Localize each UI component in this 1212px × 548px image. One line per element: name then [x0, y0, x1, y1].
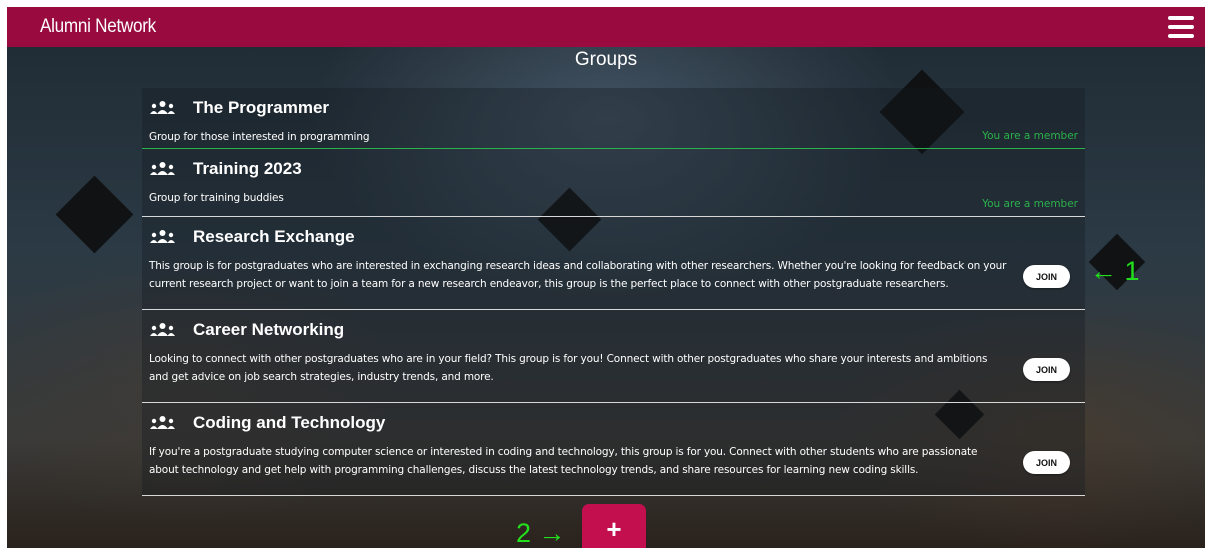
join-button[interactable]: JOIN: [1023, 265, 1070, 288]
group-name[interactable]: The Programmer: [193, 98, 329, 118]
group-description: Group for training buddies: [149, 192, 284, 204]
annotation-marker-1: ← 1: [1090, 256, 1140, 286]
page-title: Groups: [574, 49, 638, 70]
users-icon: [150, 101, 175, 115]
users-icon: [150, 230, 175, 244]
users-icon: [150, 416, 175, 430]
group-name[interactable]: Career Networking: [193, 320, 344, 340]
hamburger-menu-icon[interactable]: [1168, 16, 1194, 38]
group-item-coding-and-technology: Coding and Technology If you're a postgr…: [142, 403, 1085, 496]
top-navbar: Alumni Network: [7, 7, 1205, 47]
annotation-marker-2: 2 →: [516, 518, 566, 548]
brand-title[interactable]: Alumni Network: [40, 16, 156, 38]
group-name[interactable]: Training 2023: [193, 159, 302, 179]
group-description: If you're a postgraduate studying comput…: [149, 446, 978, 476]
users-icon: [150, 162, 175, 176]
group-list: The Programmer Group for those intereste…: [142, 88, 1085, 496]
group-description: This group is for postgraduates who are …: [149, 260, 1007, 290]
users-icon: [150, 323, 175, 337]
group-name[interactable]: Coding and Technology: [193, 413, 385, 433]
app-frame: Alumni Network Groups The Programmer Gro…: [7, 7, 1205, 548]
group-item-research-exchange: Research Exchange This group is for post…: [142, 217, 1085, 310]
group-item-career-networking: Career Networking Looking to connect wit…: [142, 310, 1085, 403]
group-description: Group for those interested in programmin…: [149, 131, 370, 143]
graduation-cap-decoration: [55, 175, 134, 254]
group-item-training-2023: Training 2023 Group for training buddies…: [142, 149, 1085, 217]
join-button[interactable]: JOIN: [1023, 358, 1070, 381]
member-status-label: You are a member: [982, 130, 1078, 142]
member-status-label: You are a member: [982, 198, 1078, 210]
group-item-the-programmer: The Programmer Group for those intereste…: [142, 88, 1085, 149]
group-name[interactable]: Research Exchange: [193, 227, 355, 247]
add-group-button[interactable]: +: [582, 504, 646, 548]
join-button[interactable]: JOIN: [1023, 451, 1070, 474]
group-description: Looking to connect with other postgradua…: [149, 353, 988, 383]
